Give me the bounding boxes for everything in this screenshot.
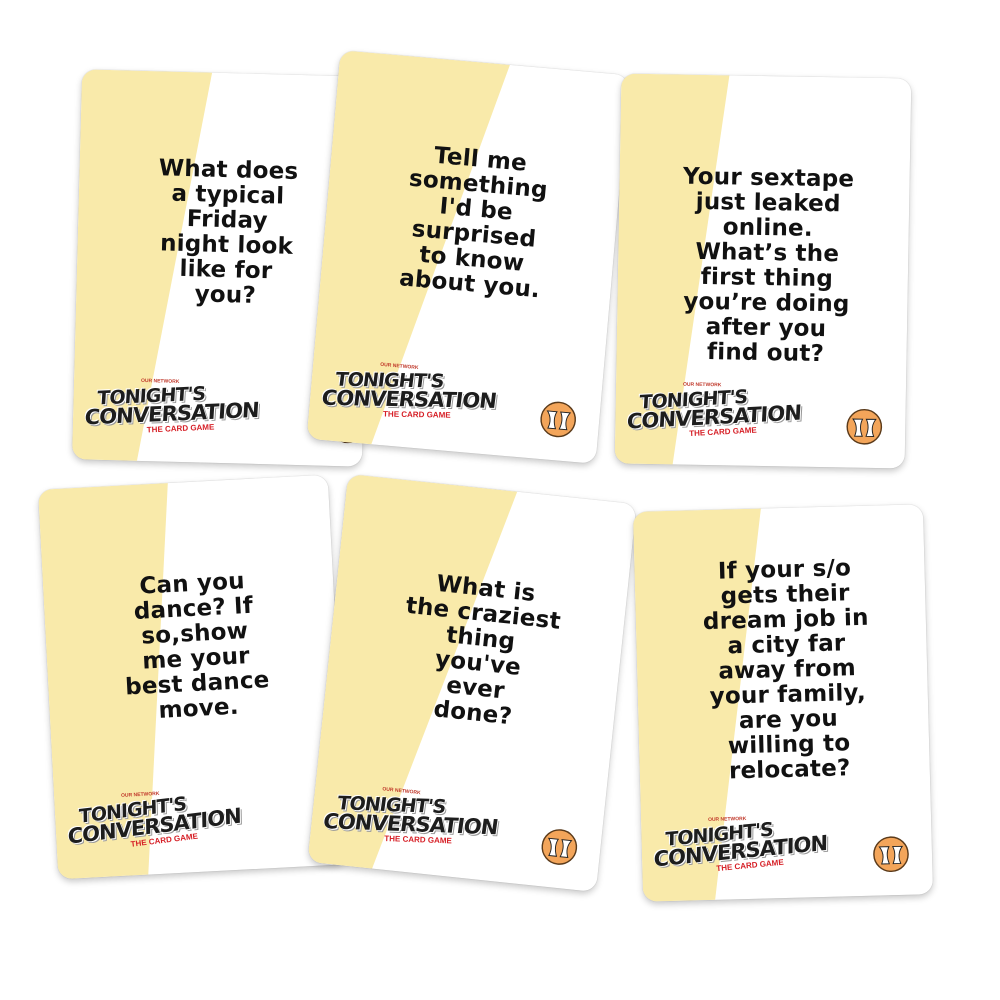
question-card: If your s/o gets their dream job in a ci… xyxy=(632,504,934,902)
game-logo: OUR NETWORK TONIGHT'S CONVERSATION THE C… xyxy=(83,377,260,435)
card-question: Can you dance? If so,show me your best d… xyxy=(124,568,271,724)
question-card: Your sextape just leaked online. What’s … xyxy=(614,73,912,469)
game-logo: OUR NETWORK TONIGHT'S CONVERSATION THE C… xyxy=(67,790,241,849)
question-card: Tell me something I'd be surprised to kn… xyxy=(306,50,630,464)
faces-icon xyxy=(540,401,576,438)
card-question: What is the craziest thing you've ever d… xyxy=(404,570,562,731)
faces-icon xyxy=(873,836,909,873)
question-card: What is the craziest thing you've ever d… xyxy=(307,473,637,893)
card-question: What does a typical Friday night look li… xyxy=(158,155,299,309)
faces-icon xyxy=(541,829,578,865)
card-question: Your sextape just leaked online. What’s … xyxy=(682,163,855,368)
card-question: Tell me something I'd be surprised to kn… xyxy=(398,142,549,304)
card-question: If your s/o gets their dream job in a ci… xyxy=(702,555,869,785)
game-logo: OUR NETWORK TONIGHT'S CONVERSATION THE C… xyxy=(626,381,802,439)
faces-icon xyxy=(846,408,883,445)
game-logo: OUR NETWORK TONIGHT'S CONVERSATION THE C… xyxy=(653,815,828,874)
question-card: Can you dance? If so,show me your best d… xyxy=(37,474,349,880)
